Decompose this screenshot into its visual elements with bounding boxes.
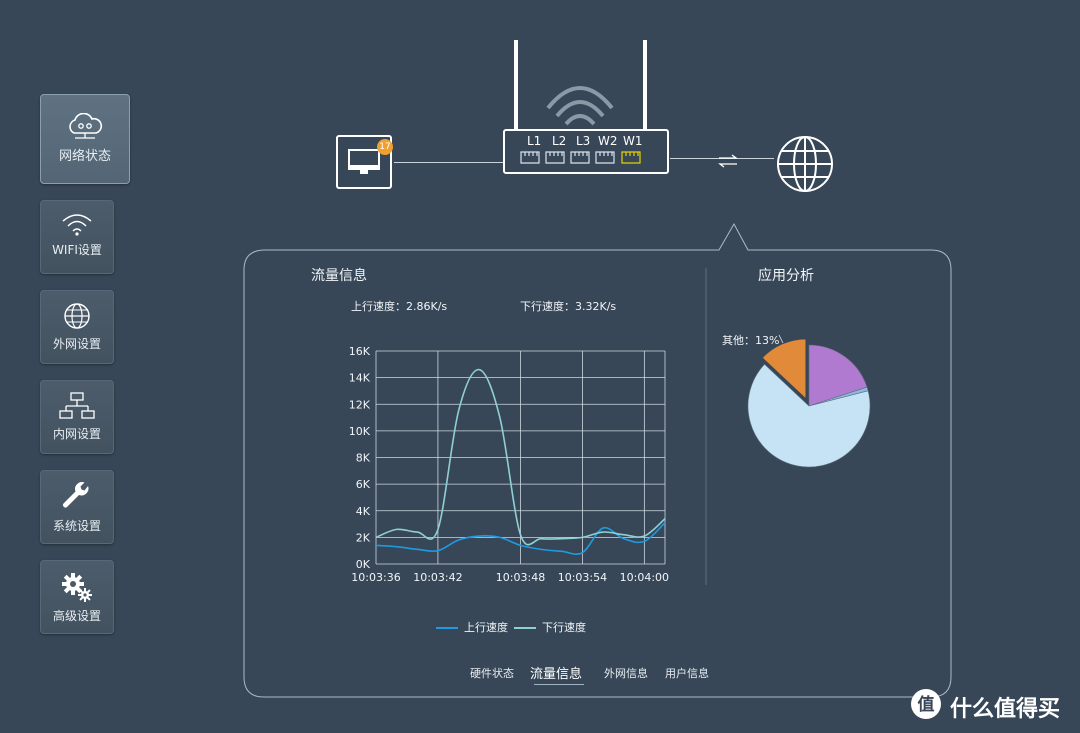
y-tick-label: 0K [356, 558, 371, 571]
watermark-logo-icon: 值 [911, 689, 941, 719]
upload-speed: 上行速度：2.86K/s [351, 300, 448, 313]
y-tick-label: 6K [356, 478, 371, 491]
svg-text:值: 值 [918, 694, 935, 715]
tab-traffic-info[interactable]: 流量信息 [530, 663, 582, 682]
tab-active-underline [534, 684, 584, 685]
y-tick-label: 16K [349, 345, 371, 358]
traffic-line-chart: 0K 2K 4K 6K 8K 10K 12K 14K 16K 10:03:36 10:03:42 10… [349, 345, 669, 584]
app-pie-chart [747, 334, 871, 468]
tab-user-info[interactable]: 用户信息 [665, 665, 709, 681]
x-tick-label: 10:03:48 [496, 571, 545, 584]
traffic-title: 流量信息 [311, 268, 367, 284]
legend-download-label: 下行速度 [542, 621, 586, 634]
legend-upload-label: 上行速度 [464, 621, 508, 634]
x-tick-label: 10:04:00 [620, 571, 669, 584]
pie-label-leader-line [778, 334, 784, 344]
legend-upload: 上行速度 [436, 619, 508, 635]
y-tick-label: 10K [349, 425, 371, 438]
x-tick-label: 10:03:36 [351, 571, 400, 584]
x-tick-label: 10:03:54 [558, 571, 607, 584]
y-tick-label: 4K [356, 505, 371, 518]
y-tick-label: 2K [356, 531, 371, 544]
tab-hardware-status[interactable]: 硬件状态 [470, 665, 514, 681]
x-tick-label: 10:03:42 [413, 571, 462, 584]
y-tick-label: 8K [356, 452, 371, 465]
app-analysis-title: 应用分析 [758, 268, 814, 284]
watermark-text: 什么值得买 [950, 697, 1061, 722]
tab-wan-info[interactable]: 外网信息 [604, 665, 648, 681]
download-speed: 下行速度：3.32K/s [520, 300, 617, 313]
y-tick-label: 14K [349, 372, 371, 385]
legend-download: 下行速度 [514, 619, 586, 635]
y-tick-label: 12K [349, 398, 371, 411]
